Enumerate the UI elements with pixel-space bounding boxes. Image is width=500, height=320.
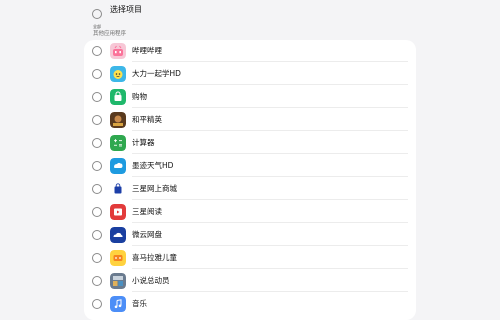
dali-icon <box>110 66 126 82</box>
app-radio[interactable] <box>92 207 102 217</box>
row-divider <box>132 107 408 108</box>
app-label: 喜马拉雅儿童 <box>132 253 177 262</box>
music-note-icon <box>110 296 126 312</box>
row-divider <box>132 130 408 131</box>
app-radio[interactable] <box>92 161 102 171</box>
app-label: 计算器 <box>132 138 155 147</box>
app-label: 小说总动员 <box>132 276 170 285</box>
app-row-weiyun[interactable]: 微云网盘 <box>84 224 416 246</box>
app-row-samsung-shop[interactable]: 三星网上商城 <box>84 178 416 200</box>
calculator-icon <box>110 135 126 151</box>
select-all-row[interactable]: 全部 选择项目 <box>90 4 410 29</box>
app-row-shopping[interactable]: 购物 <box>84 86 416 108</box>
weather-icon <box>110 158 126 174</box>
app-label: 和平精英 <box>132 115 162 124</box>
bilibili-icon <box>110 43 126 59</box>
app-radio[interactable] <box>92 184 102 194</box>
select-all-radio[interactable] <box>92 9 102 19</box>
select-all-text: 全部 <box>93 24 101 29</box>
app-list-card: 哔哩哔哩 大力一起学HD 购物 和平精英 计算器 墨迹天气HD 三星网上商城 三… <box>84 40 416 320</box>
app-label: 哔哩哔哩 <box>132 46 162 55</box>
app-radio[interactable] <box>92 138 102 148</box>
app-radio[interactable] <box>92 299 102 309</box>
app-radio[interactable] <box>92 253 102 263</box>
weiyun-cloud-icon <box>110 227 126 243</box>
select-items-title: 选择项目 <box>110 5 142 14</box>
app-label: 三星阅读 <box>132 207 162 216</box>
row-divider <box>132 245 408 246</box>
row-divider <box>132 153 408 154</box>
app-label: 购物 <box>132 92 147 101</box>
app-label: 三星网上商城 <box>132 184 177 193</box>
app-label: 大力一起学HD <box>132 69 181 78</box>
row-divider <box>132 199 408 200</box>
app-row-weather[interactable]: 墨迹天气HD <box>84 155 416 177</box>
app-row-bilibili[interactable]: 哔哩哔哩 <box>84 40 416 62</box>
row-divider <box>132 61 408 62</box>
samsung-reader-icon <box>110 204 126 220</box>
app-radio[interactable] <box>92 46 102 56</box>
shopping-bag-icon <box>110 89 126 105</box>
app-row-peace-elite[interactable]: 和平精英 <box>84 109 416 131</box>
app-label: 微云网盘 <box>132 230 162 239</box>
row-divider <box>132 291 408 292</box>
ximalaya-kids-icon <box>110 250 126 266</box>
other-apps-header: 其他应用程序 <box>93 31 127 37</box>
app-radio[interactable] <box>92 92 102 102</box>
app-radio[interactable] <box>92 69 102 79</box>
samsung-shop-icon <box>110 181 126 197</box>
select-all-control[interactable]: 全部 <box>90 4 104 29</box>
row-divider <box>132 176 408 177</box>
app-radio[interactable] <box>92 115 102 125</box>
app-row-novel[interactable]: 小说总动员 <box>84 270 416 292</box>
app-row-music[interactable]: 音乐 <box>84 293 416 315</box>
novel-icon <box>110 273 126 289</box>
app-row-samsung-reader[interactable]: 三星阅读 <box>84 201 416 223</box>
app-row-dali[interactable]: 大力一起学HD <box>84 63 416 85</box>
app-label: 墨迹天气HD <box>132 161 174 170</box>
app-row-ximalaya-kids[interactable]: 喜马拉雅儿童 <box>84 247 416 269</box>
app-row-calculator[interactable]: 计算器 <box>84 132 416 154</box>
row-divider <box>132 222 408 223</box>
game-peace-elite-icon <box>110 112 126 128</box>
app-radio[interactable] <box>92 230 102 240</box>
app-label: 音乐 <box>132 299 147 308</box>
row-divider <box>132 268 408 269</box>
app-radio[interactable] <box>92 276 102 286</box>
row-divider <box>132 84 408 85</box>
